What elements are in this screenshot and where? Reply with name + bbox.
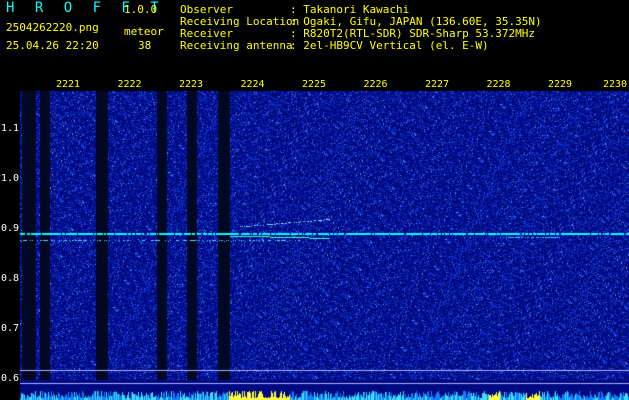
date-time: 25.04.26 22:20 <box>6 39 99 52</box>
app-version: 1.0.0 <box>124 3 158 16</box>
meteor-label: meteor <box>124 25 164 38</box>
antenna-value: : 2el-HB9CV Vertical (el. E-W) <box>290 39 489 52</box>
time-tick-label: 2224 <box>240 79 265 90</box>
time-tick-label: 2226 <box>363 79 388 90</box>
antenna-label: Receiving antenna <box>180 39 293 52</box>
time-tick-label: 2227 <box>425 79 450 90</box>
frequency-tick-label: 0.9 <box>1 223 20 234</box>
time-tick-label: 2230 <box>603 79 628 90</box>
frequency-tick-label: 0.8 <box>1 273 20 284</box>
time-tick-label: 2222 <box>117 79 142 90</box>
header-panel: H R O F F T 1.0.0 2504262220.png 25.04.2… <box>0 0 629 75</box>
time-tick-label: 2221 <box>56 79 81 90</box>
time-tick-label: 2225 <box>302 79 327 90</box>
spectrogram-canvas <box>0 75 629 400</box>
file-name: 2504262220.png <box>6 21 99 34</box>
spectrogram: 2221 2222 2223 2224 2225 2226 2227 2228 2229 2230… <box>0 75 629 400</box>
frequency-tick-label: 1.0 <box>1 173 20 184</box>
time-tick-label: 2228 <box>486 79 511 90</box>
frequency-tick-label: 0.7 <box>1 323 20 334</box>
meteor-count: 38 <box>138 39 152 52</box>
time-tick-label: 2223 <box>179 79 204 90</box>
frequency-tick-label: 0.6 <box>1 373 20 384</box>
time-tick-label: 2229 <box>548 79 573 90</box>
frequency-tick-label: 1.1 <box>1 123 20 134</box>
